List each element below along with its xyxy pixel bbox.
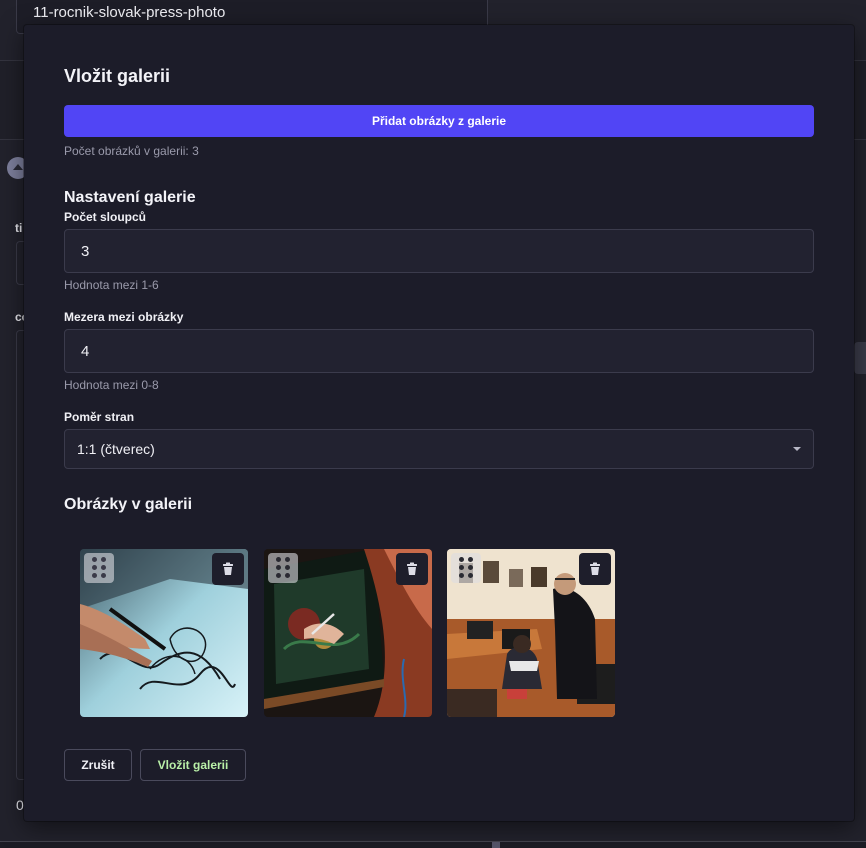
ratio-label: Poměr stran	[64, 410, 134, 424]
gap-label: Mezera mezi obrázky	[64, 310, 183, 324]
chevron-down-icon	[793, 447, 801, 451]
columns-hint: Hodnota mezi 1-6	[64, 278, 159, 292]
add-images-button[interactable]: Přidat obrázky z galerie	[64, 105, 814, 137]
insert-gallery-button[interactable]: Vložit galerii	[140, 749, 246, 781]
ratio-select[interactable]: 1:1 (čtverec)	[64, 429, 814, 469]
delete-image-button[interactable]	[396, 553, 428, 585]
slug-value: 11-rocnik-slovak-press-photo	[33, 4, 225, 21]
cancel-button[interactable]: Zrušit	[64, 749, 132, 781]
bg-side-button[interactable]	[854, 342, 866, 374]
gallery-image[interactable]	[80, 549, 248, 717]
gap-value: 4	[81, 343, 89, 360]
delete-image-button[interactable]	[212, 553, 244, 585]
drag-handle-icon[interactable]	[451, 553, 481, 583]
bg-field-label: ti	[15, 221, 22, 235]
bg-scrollbar[interactable]	[0, 841, 866, 847]
images-title: Obrázky v galerii	[64, 496, 192, 514]
columns-value: 3	[81, 243, 89, 260]
columns-input[interactable]: 3	[64, 229, 814, 273]
gallery-image[interactable]	[264, 549, 432, 717]
image-count: Počet obrázků v galerii: 3	[64, 144, 199, 158]
drag-handle-icon[interactable]	[84, 553, 114, 583]
gallery-modal: Vložit galerii Přidat obrázky z galerie …	[24, 25, 854, 821]
ratio-selected: 1:1 (čtverec)	[77, 441, 155, 457]
modal-title: Vložit galerii	[64, 66, 170, 87]
settings-title: Nastavení galerie	[64, 189, 196, 207]
trash-icon	[405, 562, 419, 576]
bg-counter: 0	[16, 797, 24, 813]
trash-icon	[221, 562, 235, 576]
columns-label: Počet sloupců	[64, 210, 146, 224]
delete-image-button[interactable]	[579, 553, 611, 585]
trash-icon	[588, 562, 602, 576]
gap-hint: Hodnota mezi 0-8	[64, 378, 159, 392]
gallery-image[interactable]	[447, 549, 615, 717]
drag-handle-icon[interactable]	[268, 553, 298, 583]
gap-input[interactable]: 4	[64, 329, 814, 373]
